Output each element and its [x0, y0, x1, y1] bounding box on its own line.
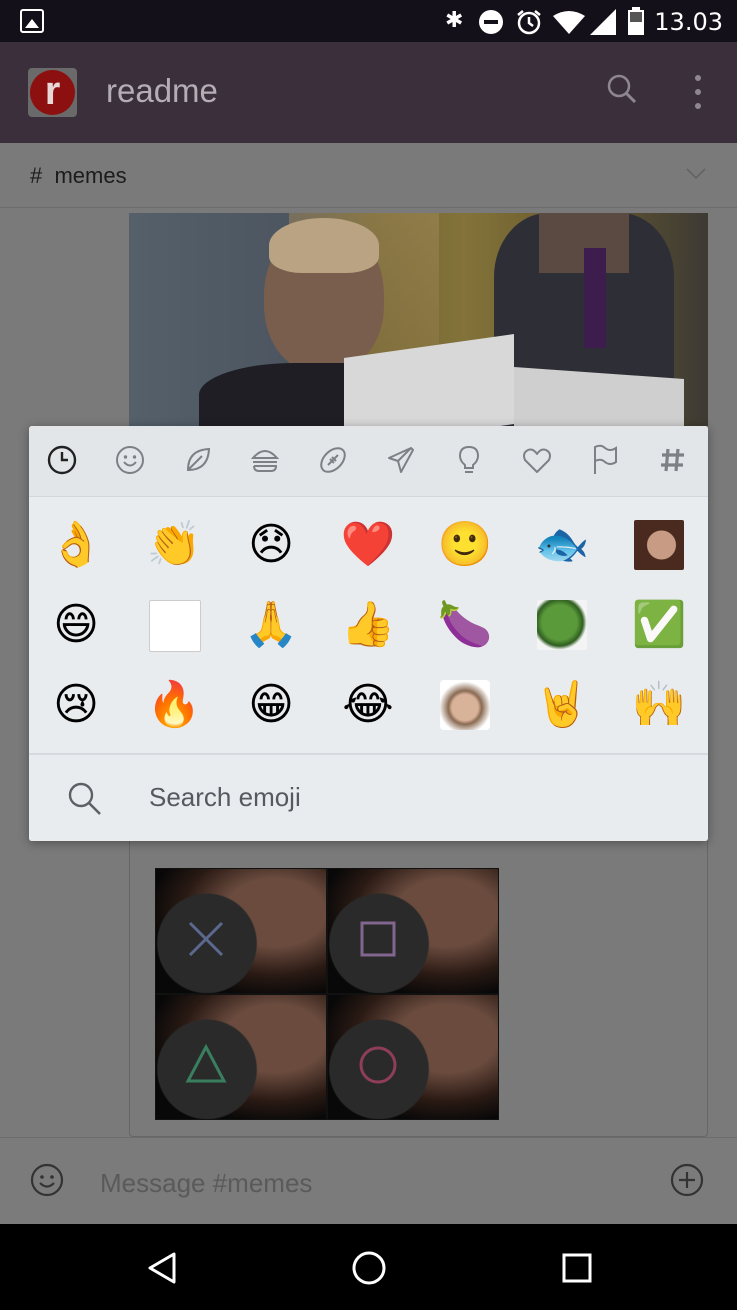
- tears-of-joy-emoji[interactable]: 😂: [333, 670, 403, 740]
- status-bar: ✱ 13.03: [0, 0, 737, 42]
- ps-cell-triangle: [155, 994, 327, 1120]
- wifi-icon: [553, 11, 585, 34]
- custom-sketch-emoji[interactable]: [139, 590, 209, 660]
- add-attachment-icon[interactable]: [670, 1163, 704, 1197]
- ps-cell-square: [327, 868, 499, 994]
- recents-nav-icon[interactable]: [561, 1252, 593, 1284]
- home-nav-icon[interactable]: [351, 1250, 387, 1286]
- more-options-icon[interactable]: [688, 72, 708, 112]
- back-nav-icon[interactable]: [146, 1251, 178, 1285]
- search-icon[interactable]: [607, 74, 637, 104]
- channel-header[interactable]: # memes: [0, 143, 737, 208]
- emoji-picker: 👌 👏 😞 ❤️ 🙂 🐟 😄 🙏 👍 🍆 ✅ 😢 🔥 😁 😂 🤘 🙌: [29, 426, 708, 841]
- flags-tab-icon[interactable]: [589, 444, 621, 476]
- image-notification-icon: [20, 9, 44, 33]
- emoji-search-input[interactable]: [149, 782, 649, 813]
- symbols-tab-icon[interactable]: [521, 444, 553, 476]
- status-time: 13.03: [654, 8, 723, 36]
- message-image-photo[interactable]: [129, 213, 708, 426]
- alarm-icon: [517, 10, 541, 35]
- raising-hands-emoji[interactable]: 🙌: [624, 670, 694, 740]
- objects-tab-icon[interactable]: [453, 444, 485, 476]
- thumbs-up-emoji[interactable]: 👍: [333, 590, 403, 660]
- folded-hands-emoji[interactable]: 🙏: [236, 590, 306, 660]
- grinning-face-emoji[interactable]: 😄: [41, 590, 111, 660]
- custom-tab-icon[interactable]: [657, 444, 689, 476]
- bluetooth-icon: ✱: [445, 8, 464, 33]
- app-logo-letter: r: [30, 70, 75, 115]
- emoji-button-icon[interactable]: [30, 1163, 64, 1197]
- emoji-search-bar: [29, 753, 708, 841]
- clapping-hands-emoji[interactable]: 👏: [139, 510, 209, 580]
- custom-pepe-emoji[interactable]: [527, 590, 597, 660]
- custom-sketch-emoji-image: [149, 600, 201, 652]
- check-mark-emoji[interactable]: ✅: [624, 590, 694, 660]
- channel-name: # memes: [30, 163, 127, 188]
- photo-purple-tie: [584, 248, 606, 348]
- travel-tab-icon[interactable]: [385, 444, 417, 476]
- ok-hand-emoji[interactable]: 👌: [41, 510, 111, 580]
- square-symbol-icon: [360, 921, 396, 957]
- nature-tab-icon[interactable]: [182, 444, 214, 476]
- custom-face-emoji-2-image: [440, 680, 490, 730]
- smileys-tab-icon[interactable]: [114, 444, 146, 476]
- search-icon: [68, 782, 101, 815]
- triangle-symbol-icon: [185, 1043, 227, 1083]
- red-heart-emoji[interactable]: ❤️: [333, 510, 403, 580]
- fish-emoji[interactable]: 🐟: [527, 510, 597, 580]
- custom-face-emoji-1-image: [634, 520, 684, 570]
- crying-face-emoji[interactable]: 😢: [41, 670, 111, 740]
- battery-icon: [628, 7, 644, 35]
- message-image-ps-buttons[interactable]: [155, 868, 499, 1120]
- cross-symbol-icon: [188, 921, 224, 957]
- recent-tab-icon[interactable]: [46, 444, 78, 476]
- circle-symbol-icon: [359, 1046, 397, 1084]
- fire-emoji[interactable]: 🔥: [139, 670, 209, 740]
- disappointed-face-emoji[interactable]: 😞: [236, 510, 306, 580]
- slightly-smiling-face-emoji[interactable]: 🙂: [430, 510, 500, 580]
- app-bar: r readme: [0, 42, 737, 143]
- ps-cell-cross: [155, 868, 327, 994]
- food-tab-icon[interactable]: [249, 444, 281, 476]
- eggplant-emoji[interactable]: 🍆: [430, 590, 500, 660]
- app-logo[interactable]: r: [28, 68, 77, 117]
- custom-face-emoji-2[interactable]: [430, 670, 500, 740]
- emoji-category-tabs: [29, 426, 708, 497]
- custom-face-emoji-1[interactable]: [624, 510, 694, 580]
- chevron-down-icon[interactable]: [686, 167, 706, 181]
- app-title: readme: [106, 72, 218, 109]
- custom-pepe-emoji-image: [537, 600, 587, 650]
- photo-hair: [269, 218, 379, 273]
- activity-tab-icon[interactable]: [317, 444, 349, 476]
- signal-icon: [590, 9, 616, 35]
- emoji-grid: 👌 👏 😞 ❤️ 🙂 🐟 😄 🙏 👍 🍆 ✅ 😢 🔥 😁 😂 🤘 🙌: [29, 498, 708, 750]
- sign-of-horns-emoji[interactable]: 🤘: [527, 670, 597, 740]
- message-input[interactable]: [100, 1168, 600, 1199]
- do-not-disturb-icon: [479, 10, 503, 34]
- message-composer: [0, 1137, 737, 1225]
- ps-cell-circle: [327, 994, 499, 1120]
- android-nav-bar: [0, 1224, 737, 1310]
- beaming-face-emoji[interactable]: 😁: [236, 670, 306, 740]
